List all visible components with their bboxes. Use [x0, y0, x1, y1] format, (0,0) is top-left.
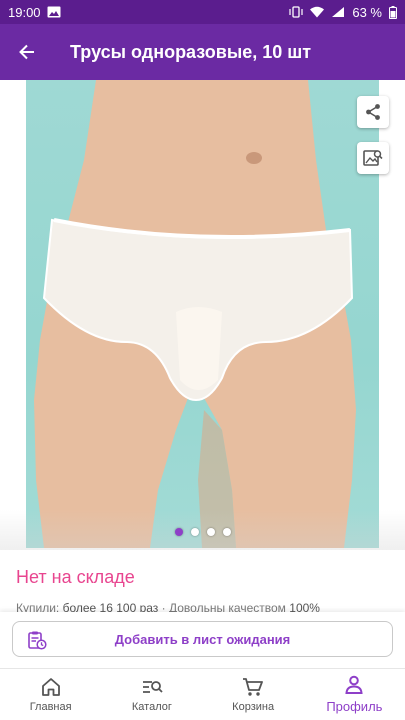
bottom-nav: Главная Каталог Корзина Профиль [0, 668, 405, 720]
carousel-dot[interactable] [206, 528, 215, 536]
stock-status: Нет на складе [16, 567, 135, 587]
cart-icon [243, 677, 264, 696]
product-photo-illustration [34, 80, 356, 548]
status-bar: 19:00 63 % [0, 0, 405, 24]
profile-icon [345, 675, 363, 694]
signal-icon [332, 7, 345, 17]
nav-label-cart: Корзина [232, 700, 275, 713]
share-button[interactable] [357, 96, 389, 128]
arrow-back-icon [19, 44, 34, 60]
action-bar: Добавить в лист ожидания [0, 612, 405, 668]
catalog-search-icon [142, 680, 163, 693]
status-time: 19:00 [8, 4, 41, 20]
carousel-indicator [0, 528, 405, 536]
product-gallery[interactable] [0, 80, 405, 550]
battery-percent: 63 % [352, 4, 382, 20]
nav-item-catalog[interactable]: Каталог [101, 669, 202, 720]
clipboard-clock-icon [28, 631, 47, 650]
image-search-icon [363, 150, 383, 166]
nav-item-profile[interactable]: Профиль [304, 669, 405, 720]
image-search-button[interactable] [357, 142, 389, 174]
back-button[interactable] [0, 24, 54, 80]
vibrate-icon [289, 6, 303, 18]
share-icon [366, 104, 380, 120]
add-to-waitlist-button[interactable]: Добавить в лист ожидания [12, 621, 393, 657]
wifi-icon [310, 6, 325, 18]
battery-icon [389, 5, 397, 19]
image-icon [47, 6, 61, 18]
nav-label-profile: Профиль [326, 699, 383, 714]
nav-label-catalog: Каталог [131, 700, 172, 713]
product-image[interactable] [26, 80, 379, 548]
carousel-dot[interactable] [174, 528, 183, 536]
home-icon [41, 677, 60, 696]
app-bar: Трусы одноразовые, 10 шт [0, 24, 405, 80]
waitlist-button-label: Добавить в лист ожидания [114, 631, 291, 647]
carousel-dot[interactable] [190, 528, 199, 536]
nav-item-cart[interactable]: Корзина [203, 669, 304, 720]
carousel-dot[interactable] [222, 528, 231, 536]
page-title: Трусы одноразовые, 10 шт [70, 41, 312, 62]
nav-item-home[interactable]: Главная [0, 669, 101, 720]
nav-label-home: Главная [29, 700, 72, 713]
